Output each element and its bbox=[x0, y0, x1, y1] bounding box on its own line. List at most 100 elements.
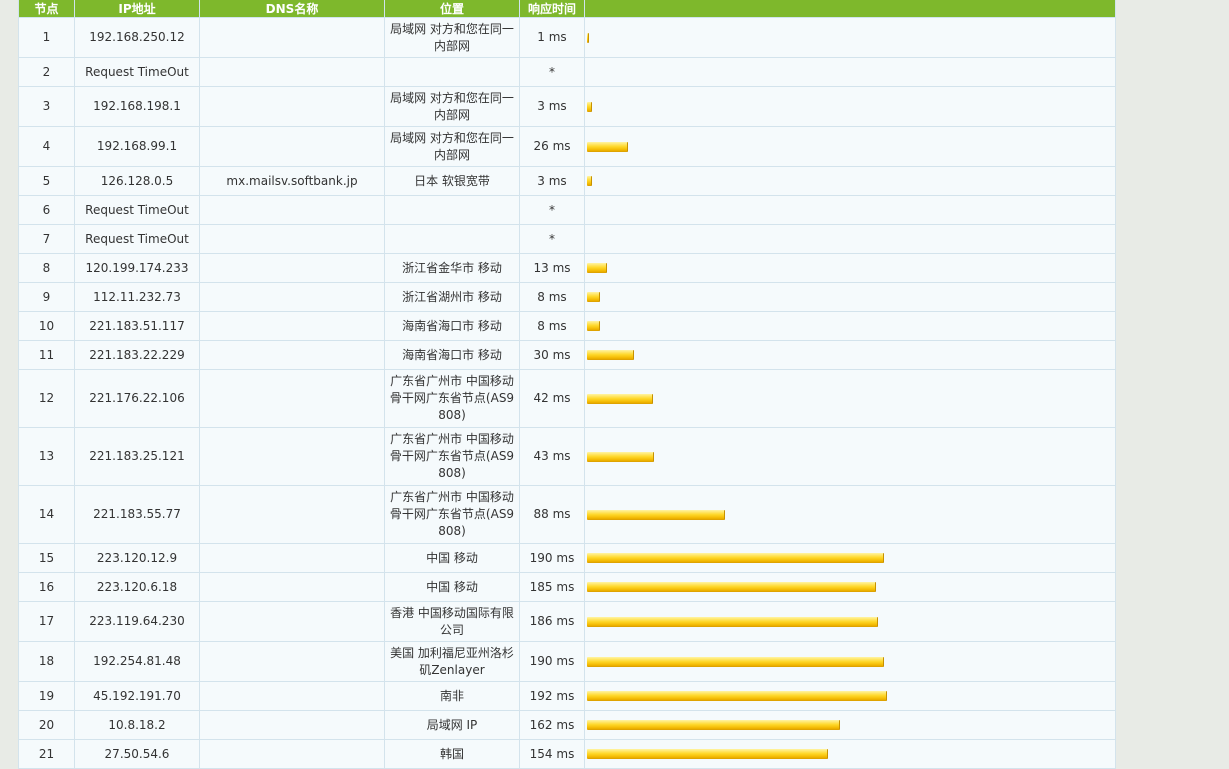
cell-node: 8 bbox=[18, 253, 75, 283]
cell-location: 南非 bbox=[384, 681, 520, 711]
latency-bar bbox=[587, 292, 600, 302]
cell-response-time: 43 ms bbox=[519, 427, 585, 486]
table-header: 节点 IP地址 DNS名称 位置 响应时间 bbox=[18, 0, 1116, 18]
cell-latency-bar bbox=[584, 166, 1116, 196]
cell-dns bbox=[199, 543, 385, 573]
cell-response-time: 3 ms bbox=[519, 86, 585, 127]
cell-location bbox=[384, 224, 520, 254]
cell-response-time: * bbox=[519, 224, 585, 254]
cell-dns bbox=[199, 681, 385, 711]
cell-ip: 223.120.6.18 bbox=[74, 572, 200, 602]
cell-location bbox=[384, 195, 520, 225]
latency-bar bbox=[587, 32, 589, 43]
table-row: 21 27.50.54.6 韩国 154 ms bbox=[18, 739, 1116, 769]
cell-dns bbox=[199, 739, 385, 769]
cell-latency-bar bbox=[584, 126, 1116, 167]
latency-bar bbox=[587, 393, 653, 404]
header-node: 节点 bbox=[18, 0, 75, 18]
cell-dns bbox=[199, 57, 385, 87]
cell-ip: 192.168.99.1 bbox=[74, 126, 200, 167]
cell-ip: 45.192.191.70 bbox=[74, 681, 200, 711]
cell-response-time: 26 ms bbox=[519, 126, 585, 167]
cell-latency-bar bbox=[584, 485, 1116, 544]
cell-dns: mx.mailsv.softbank.jp bbox=[199, 166, 385, 196]
cell-location: 局域网 对方和您在同一内部网 bbox=[384, 17, 520, 58]
cell-dns bbox=[199, 253, 385, 283]
cell-response-time: 8 ms bbox=[519, 282, 585, 312]
cell-response-time: 1 ms bbox=[519, 17, 585, 58]
cell-location: 海南省海口市 移动 bbox=[384, 311, 520, 341]
cell-location: 中国 移动 bbox=[384, 572, 520, 602]
cell-node: 17 bbox=[18, 601, 75, 642]
header-ip: IP地址 bbox=[74, 0, 200, 18]
cell-node: 5 bbox=[18, 166, 75, 196]
cell-node: 20 bbox=[18, 710, 75, 740]
cell-dns bbox=[199, 572, 385, 602]
cell-location: 局域网 IP bbox=[384, 710, 520, 740]
table-row: 7 Request TimeOut * bbox=[18, 224, 1116, 254]
table-row: 19 45.192.191.70 南非 192 ms bbox=[18, 681, 1116, 711]
cell-ip: Request TimeOut bbox=[74, 195, 200, 225]
latency-bar bbox=[587, 749, 828, 759]
table-row: 20 10.8.18.2 局域网 IP 162 ms bbox=[18, 710, 1116, 740]
cell-dns bbox=[199, 485, 385, 544]
table-row: 8 120.199.174.233 浙江省金华市 移动 13 ms bbox=[18, 253, 1116, 283]
table-row: 11 221.183.22.229 海南省海口市 移动 30 ms bbox=[18, 340, 1116, 370]
cell-dns bbox=[199, 17, 385, 58]
cell-dns bbox=[199, 311, 385, 341]
cell-ip: 221.183.51.117 bbox=[74, 311, 200, 341]
header-response-time: 响应时间 bbox=[519, 0, 585, 18]
header-location: 位置 bbox=[384, 0, 520, 18]
cell-response-time: 88 ms bbox=[519, 485, 585, 544]
table-row: 10 221.183.51.117 海南省海口市 移动 8 ms bbox=[18, 311, 1116, 341]
table-row: 2 Request TimeOut * bbox=[18, 57, 1116, 87]
cell-latency-bar bbox=[584, 195, 1116, 225]
cell-dns bbox=[199, 224, 385, 254]
header-bar bbox=[584, 0, 1116, 18]
latency-bar bbox=[587, 451, 654, 462]
cell-ip: 221.183.22.229 bbox=[74, 340, 200, 370]
cell-dns bbox=[199, 282, 385, 312]
table-row: 5 126.128.0.5 mx.mailsv.softbank.jp 日本 软银宽带… bbox=[18, 166, 1116, 196]
table-row: 18 192.254.81.48 美国 加利福尼亚州洛杉矶Zenlayer 190 m… bbox=[18, 641, 1116, 682]
cell-ip: 223.120.12.9 bbox=[74, 543, 200, 573]
cell-node: 21 bbox=[18, 739, 75, 769]
table-row: 12 221.176.22.106 广东省广州市 中国移动骨干网广东省节点(AS98… bbox=[18, 369, 1116, 428]
cell-node: 6 bbox=[18, 195, 75, 225]
cell-latency-bar bbox=[584, 641, 1116, 682]
latency-bar bbox=[587, 141, 628, 152]
latency-bar bbox=[587, 350, 634, 360]
cell-node: 1 bbox=[18, 17, 75, 58]
cell-dns bbox=[199, 195, 385, 225]
table-row: 16 223.120.6.18 中国 移动 185 ms bbox=[18, 572, 1116, 602]
cell-node: 15 bbox=[18, 543, 75, 573]
cell-node: 9 bbox=[18, 282, 75, 312]
cell-latency-bar bbox=[584, 543, 1116, 573]
table-row: 17 223.119.64.230 香港 中国移动国际有限公司 186 ms bbox=[18, 601, 1116, 642]
cell-location: 美国 加利福尼亚州洛杉矶Zenlayer bbox=[384, 641, 520, 682]
cell-location: 海南省海口市 移动 bbox=[384, 340, 520, 370]
cell-ip: 192.168.250.12 bbox=[74, 17, 200, 58]
cell-response-time: * bbox=[519, 195, 585, 225]
cell-response-time: 185 ms bbox=[519, 572, 585, 602]
cell-response-time: 192 ms bbox=[519, 681, 585, 711]
header-dns: DNS名称 bbox=[199, 0, 385, 18]
table-row: 13 221.183.25.121 广东省广州市 中国移动骨干网广东省节点(AS98… bbox=[18, 427, 1116, 486]
cell-node: 12 bbox=[18, 369, 75, 428]
cell-node: 13 bbox=[18, 427, 75, 486]
table-row: 6 Request TimeOut * bbox=[18, 195, 1116, 225]
table-row: 3 192.168.198.1 局域网 对方和您在同一内部网 3 ms bbox=[18, 86, 1116, 127]
latency-bar bbox=[587, 321, 600, 331]
cell-node: 19 bbox=[18, 681, 75, 711]
cell-latency-bar bbox=[584, 311, 1116, 341]
cell-location: 日本 软银宽带 bbox=[384, 166, 520, 196]
cell-location: 香港 中国移动国际有限公司 bbox=[384, 601, 520, 642]
table-row: 9 112.11.232.73 浙江省湖州市 移动 8 ms bbox=[18, 282, 1116, 312]
cell-response-time: 190 ms bbox=[519, 641, 585, 682]
cell-response-time: 8 ms bbox=[519, 311, 585, 341]
table-row: 14 221.183.55.77 广东省广州市 中国移动骨干网广东省节点(AS980… bbox=[18, 485, 1116, 544]
cell-ip: Request TimeOut bbox=[74, 57, 200, 87]
cell-latency-bar bbox=[584, 224, 1116, 254]
cell-response-time: 13 ms bbox=[519, 253, 585, 283]
cell-latency-bar bbox=[584, 681, 1116, 711]
